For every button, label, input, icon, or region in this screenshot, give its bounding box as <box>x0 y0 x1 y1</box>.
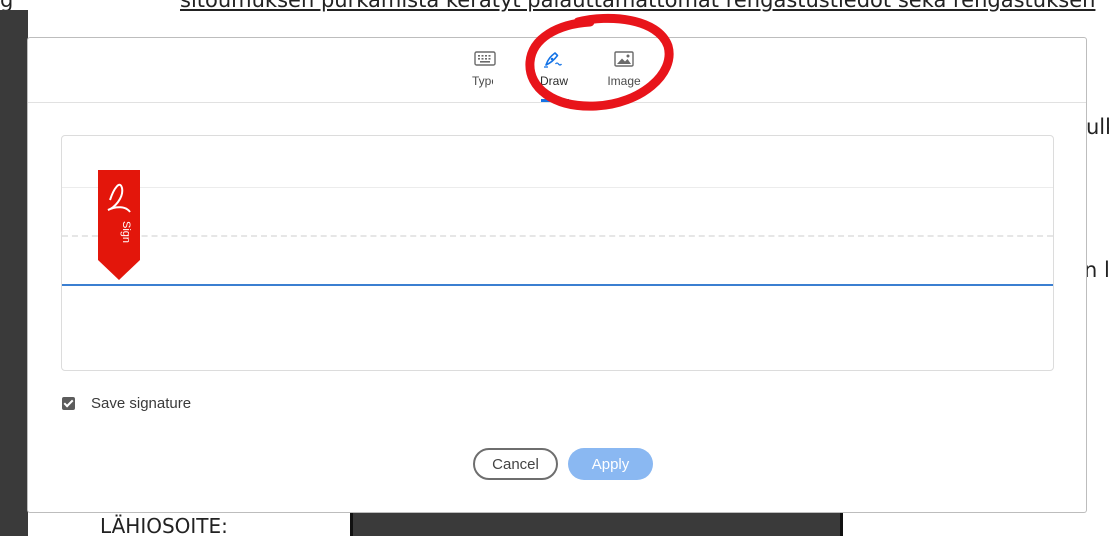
overlay-left-band <box>0 10 28 536</box>
document-table-line-left <box>350 512 353 536</box>
red-annotation-circle <box>525 13 674 111</box>
document-top-text: sitoumuksen purkamista kerätyt palauttam… <box>180 0 1096 12</box>
document-table-line-right <box>840 512 843 536</box>
save-signature-checkbox[interactable] <box>62 397 75 410</box>
guide-line-dashed <box>62 235 1053 237</box>
sign-flag-label: Sign <box>120 220 132 244</box>
tab-type[interactable]: Type <box>455 48 515 88</box>
document-address-label: LÄHIOSOITE: <box>100 514 228 536</box>
sign-here-flag <box>98 170 140 280</box>
cancel-button[interactable]: Cancel <box>473 448 558 480</box>
apply-button[interactable]: Apply <box>568 448 653 480</box>
signature-dialog: Type Draw Image Sign Save signature Canc… <box>28 13 1086 512</box>
save-signature-option[interactable]: Save signature <box>62 395 191 412</box>
keyboard-icon <box>474 51 496 66</box>
signature-drawing-area[interactable]: Sign <box>61 135 1054 371</box>
screen: { "document": { "top_line_left": "g", "t… <box>0 0 1109 536</box>
signature-baseline <box>62 284 1053 286</box>
overlay-bottom-band <box>352 512 842 536</box>
save-signature-label: Save signature <box>91 395 192 412</box>
guide-line-top <box>62 187 1053 188</box>
document-right-fragment-1: ulk <box>1086 115 1109 139</box>
tab-type-label: Type <box>471 74 498 88</box>
document-right-fragment-2: n l <box>1084 258 1109 282</box>
